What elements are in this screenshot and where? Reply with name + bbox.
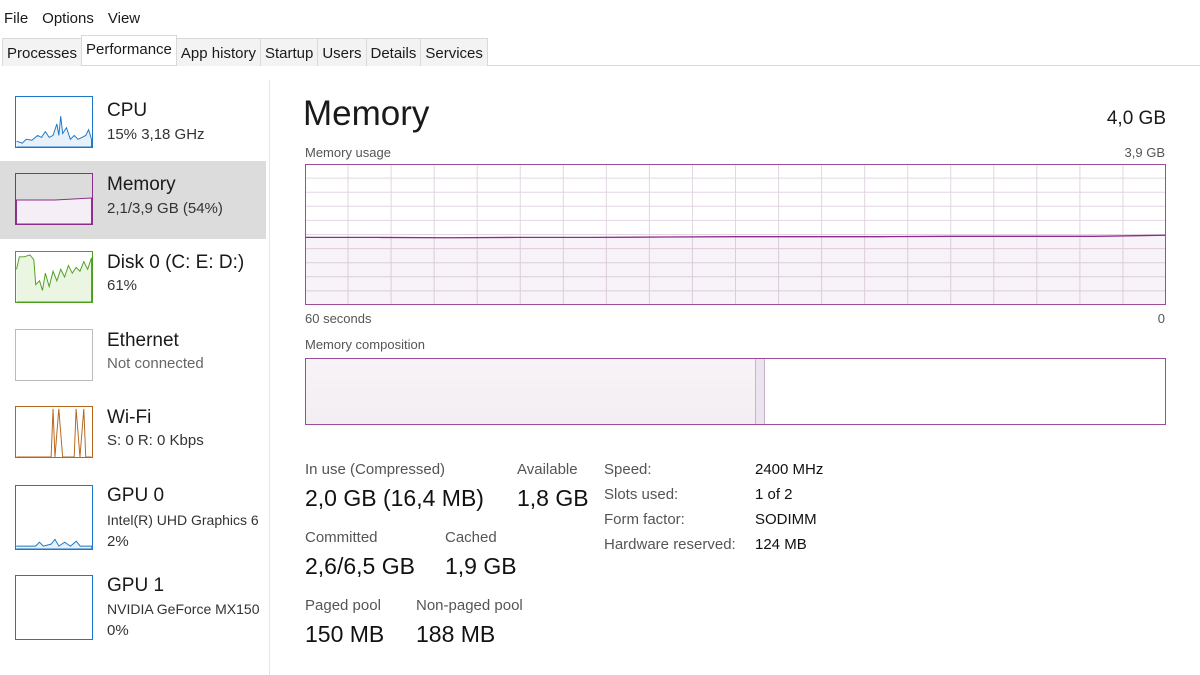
memory-usage-graph (305, 164, 1166, 305)
time-left-label: 60 seconds (305, 311, 372, 326)
tab-processes[interactable]: Processes (2, 38, 83, 66)
sidebar-cpu-sub: 15% 3,18 GHz (107, 126, 205, 143)
cached-value: 1,9 GB (445, 553, 517, 579)
sidebar-ethernet-name: Ethernet (107, 330, 179, 351)
memory-thumbnail-graph (15, 173, 93, 225)
slots-used-label: Slots used: (604, 486, 679, 503)
available-label: Available (517, 461, 578, 478)
in-use-value: 2,0 GB (16,4 MB) (305, 485, 484, 511)
menu-bar: File Options View (4, 10, 140, 27)
gpu1-thumbnail-graph (15, 575, 93, 640)
sidebar-item-wifi[interactable]: Wi-Fi S: 0 R: 0 Kbps (0, 396, 266, 474)
in-use-label: In use (Compressed) (305, 461, 446, 478)
gpu0-thumbnail-graph (15, 485, 93, 550)
sidebar-gpu1-usage: 0% (107, 622, 129, 639)
sidebar-item-gpu0[interactable]: GPU 0 Intel(R) UHD Graphics 6 2% (0, 474, 266, 560)
paged-pool-label: Paged pool (305, 597, 381, 614)
memory-usage-area (305, 235, 1166, 305)
menu-view[interactable]: View (108, 10, 140, 27)
sidebar-cpu-name: CPU (107, 100, 148, 121)
tab-app-history[interactable]: App history (175, 38, 261, 66)
speed-label: Speed: (604, 461, 652, 478)
sidebar-gpu0-name: GPU 0 (107, 485, 165, 506)
committed-label: Committed (305, 529, 378, 546)
sidebar-item-cpu[interactable]: CPU 15% 3,18 GHz (0, 84, 266, 162)
available-value: 1,8 GB (517, 485, 589, 511)
sidebar-gpu1-name: GPU 1 (107, 575, 165, 596)
memory-composition-label: Memory composition (305, 337, 425, 352)
disk-thumbnail-graph (15, 251, 93, 303)
tab-performance[interactable]: Performance (81, 35, 177, 65)
menu-file[interactable]: File (4, 10, 28, 27)
memory-panel: Memory 4,0 GB Memory usage 3,9 GB 60 sec… (300, 0, 1200, 675)
sidebar-gpu0-sub: Intel(R) UHD Graphics 6 (107, 512, 259, 528)
ethernet-thumbnail-graph (15, 329, 93, 381)
hardware-reserved-label: Hardware reserved: (604, 536, 736, 553)
page-title: Memory (303, 94, 430, 133)
sidebar-gpu0-usage: 2% (107, 533, 129, 550)
time-right-label: 0 (1157, 311, 1165, 326)
hardware-reserved-value: 124 MB (755, 536, 807, 553)
sidebar-item-ethernet[interactable]: Ethernet Not connected (0, 318, 266, 396)
sidebar-memory-name: Memory (107, 174, 176, 195)
sidebar-wifi-name: Wi-Fi (107, 407, 152, 428)
memory-composition-bar (305, 358, 1166, 425)
sidebar-wifi-sub: S: 0 R: 0 Kbps (107, 432, 204, 449)
wifi-thumbnail-graph (15, 406, 93, 458)
sidebar-gpu1-sub: NVIDIA GeForce MX150 (107, 601, 260, 617)
cached-label: Cached (445, 529, 497, 546)
non-paged-pool-value: 188 MB (416, 621, 496, 647)
form-factor-value: SODIMM (755, 511, 817, 528)
menu-options[interactable]: Options (42, 10, 94, 27)
sidebar-item-gpu1[interactable]: GPU 1 NVIDIA GeForce MX150 0% (0, 564, 266, 650)
total-memory: 4,0 GB (1106, 108, 1166, 129)
sidebar-item-memory[interactable]: Memory 2,1/3,9 GB (54%) (0, 161, 266, 239)
memory-usage-label: Memory usage (305, 145, 391, 160)
sidebar-disk-sub: 61% (107, 277, 138, 294)
cpu-thumbnail-graph (15, 96, 93, 148)
sidebar-memory-sub: 2,1/3,9 GB (54%) (107, 200, 223, 217)
sidebar-disk-name: Disk 0 (C: E: D:) (107, 252, 245, 273)
non-paged-pool-label: Non-paged pool (416, 597, 523, 614)
committed-value: 2,6/6,5 GB (305, 553, 415, 579)
speed-value: 2400 MHz (755, 461, 824, 478)
composition-modified (755, 359, 765, 424)
sidebar-ethernet-sub: Not connected (107, 355, 204, 372)
paged-pool-value: 150 MB (305, 621, 385, 647)
form-factor-label: Form factor: (604, 511, 685, 528)
sidebar-item-disk[interactable]: Disk 0 (C: E: D:) 61% (0, 240, 266, 318)
composition-in-use (306, 359, 755, 424)
sidebar: CPU 15% 3,18 GHz Memory 2,1/3,9 GB (54%)… (0, 80, 270, 675)
slots-used-value: 1 of 2 (755, 486, 793, 503)
memory-usage-max: 3,9 GB (1124, 145, 1165, 160)
